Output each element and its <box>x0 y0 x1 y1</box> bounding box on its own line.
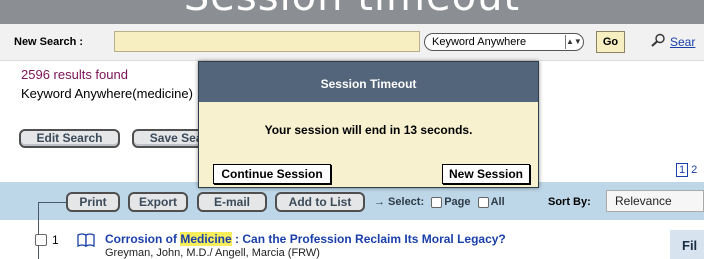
slide-title: Session timeout <box>0 0 704 20</box>
result-title-link[interactable]: Corrosion of Medicine : Can the Professi… <box>105 232 506 246</box>
go-button[interactable]: Go <box>596 31 625 53</box>
result-number: 1 <box>52 233 59 247</box>
page-link-next[interactable]: 2 <box>691 164 697 176</box>
row-bracket-line <box>38 202 66 259</box>
search-input[interactable] <box>114 31 420 52</box>
search-field-select-value: Keyword Anywhere <box>432 36 527 48</box>
dialog-message: Your session will end in 13 seconds. <box>264 123 473 137</box>
dialog-body: Your session will end in 13 seconds. Con… <box>199 102 538 187</box>
select-arrows-icon: ▲▼ <box>565 35 582 49</box>
result-authors: Greyman, John, M.D./ Angell, Marcia (FRW… <box>105 247 320 259</box>
book-icon <box>77 233 95 247</box>
result-title-part: Corrosion of <box>105 232 181 246</box>
export-button[interactable]: Export <box>128 192 188 212</box>
select-label: → Select: <box>374 196 425 208</box>
filter-panel-heading: Fil <box>670 230 704 259</box>
result-checkbox[interactable] <box>35 234 47 246</box>
session-timeout-dialog: Session Timeout Your session will end in… <box>198 61 539 188</box>
search-tips-link[interactable]: Sear <box>670 35 695 49</box>
select-page-label: Page <box>444 196 471 208</box>
add-to-list-button[interactable]: Add to List <box>275 192 365 212</box>
result-title-highlight: Medicine <box>180 232 232 246</box>
select-all-checkbox[interactable] <box>477 196 489 208</box>
select-page-checkbox[interactable] <box>431 196 443 208</box>
select-controls: → Select: Page All <box>374 196 505 208</box>
results-count: 2596 results found <box>21 67 128 82</box>
sort-select[interactable]: Relevance <box>606 190 704 212</box>
results-query: Keyword Anywhere(medicine) <box>21 86 193 101</box>
new-search-label: New Search : <box>14 36 84 48</box>
new-search-bar: New Search : Keyword Anywhere ▲▼ Go Sear <box>0 24 704 61</box>
select-all-label: All <box>490 196 505 208</box>
print-button[interactable]: Print <box>66 192 120 212</box>
email-button[interactable]: E-mail <box>197 192 267 212</box>
slide-banner: Session timeout <box>0 0 704 24</box>
new-session-button[interactable]: New Session <box>442 164 530 184</box>
sort-by-label: Sort By: <box>548 196 591 208</box>
search-field-select[interactable]: Keyword Anywhere ▲▼ <box>424 33 584 51</box>
continue-session-button[interactable]: Continue Session <box>213 164 331 184</box>
page-link-current[interactable]: 1 <box>676 163 689 177</box>
pagination: 12 <box>676 163 697 177</box>
magnifier-icon[interactable] <box>650 33 666 47</box>
edit-search-button[interactable]: Edit Search <box>19 129 120 148</box>
result-title-part: : Can the Profession Reclaim Its Moral L… <box>231 232 506 246</box>
dialog-title: Session Timeout <box>199 62 538 102</box>
